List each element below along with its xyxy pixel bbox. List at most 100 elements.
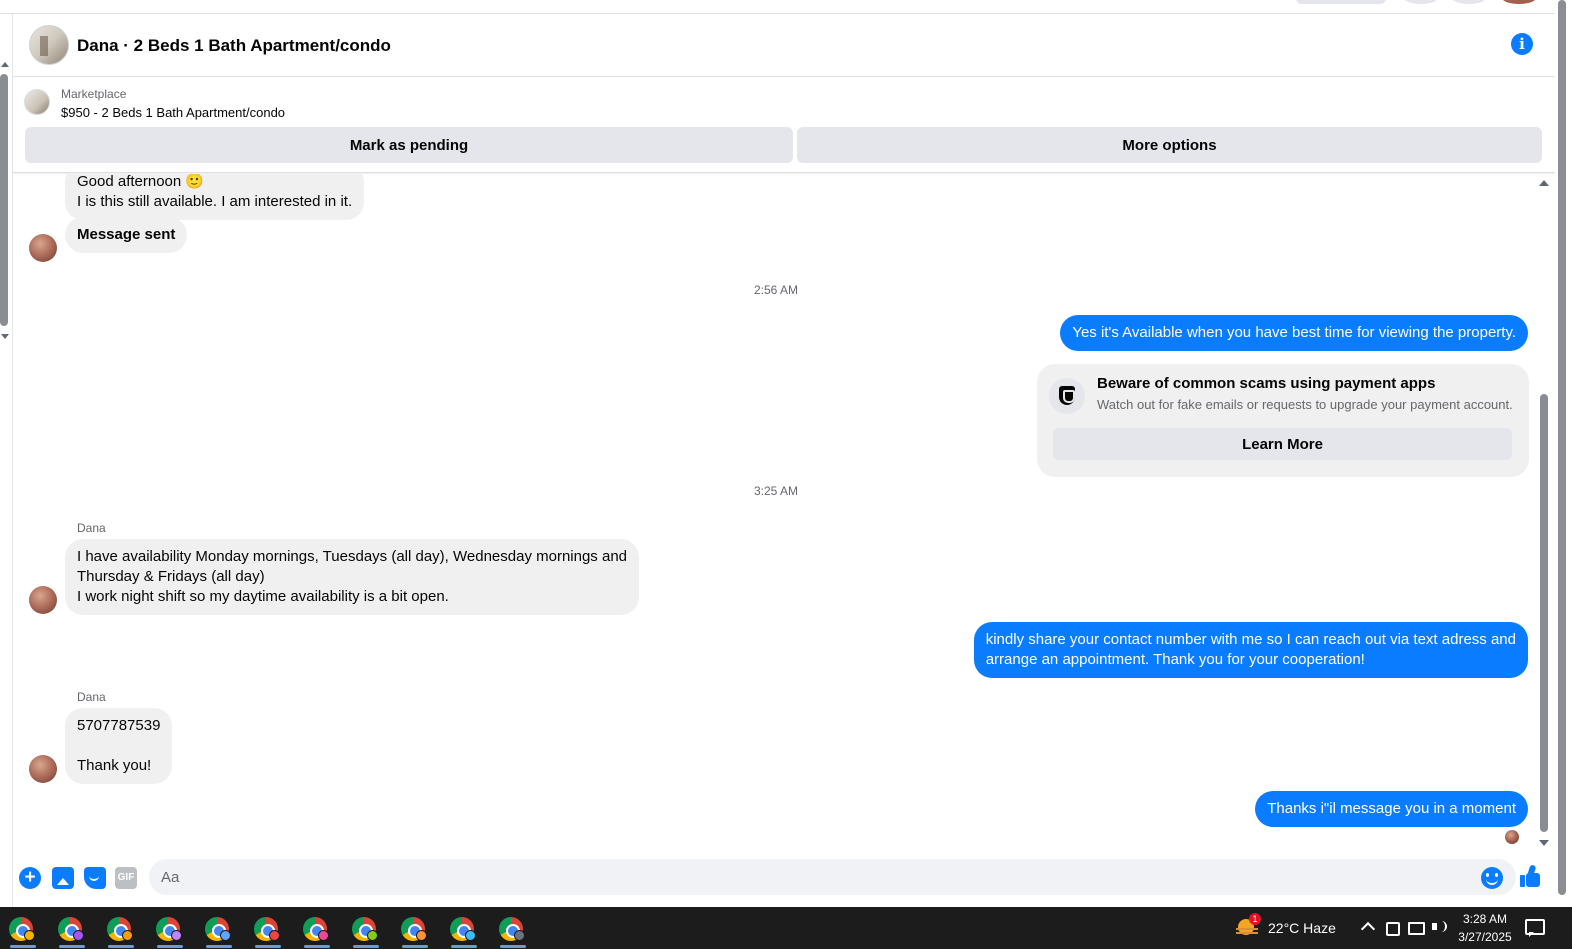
notifications-icon[interactable] [1525, 919, 1545, 937]
chevron-up-icon[interactable] [1360, 919, 1376, 935]
profile-badge-icon [171, 930, 182, 941]
running-indicator [451, 945, 477, 948]
sender-name: Dana [77, 521, 106, 535]
plus-icon[interactable]: + [19, 867, 41, 889]
message-list[interactable]: Good afternoon 🙂 I is this still availab… [13, 174, 1555, 858]
taskbar-chrome-button[interactable] [0, 907, 46, 949]
taskbar-chrome-button[interactable] [147, 907, 193, 949]
emoji-icon[interactable] [1481, 867, 1503, 889]
running-indicator [59, 945, 85, 948]
left-scrollbar[interactable] [0, 62, 12, 344]
taskbar-clock[interactable]: 3:28 AM 3/27/2025 [1450, 910, 1520, 946]
message-input[interactable] [149, 859, 1516, 895]
running-indicator [353, 945, 379, 948]
running-indicator [108, 945, 134, 948]
notification-badge: 1 [1249, 913, 1261, 925]
shield-icon [1059, 386, 1075, 405]
profile-badge-icon [416, 930, 427, 941]
profile-badge-icon [318, 930, 329, 941]
taskbar-chrome-button[interactable] [49, 907, 95, 949]
learn-more-button[interactable]: Learn More [1053, 428, 1512, 460]
chat-panel: Dana · 2 Beds 1 Bath Apartment/condo i M… [12, 14, 1555, 907]
profile-badge-icon [24, 930, 35, 941]
clock-time: 3:28 AM [1462, 912, 1508, 926]
taskbar-chrome-button[interactable] [441, 907, 487, 949]
outgoing-message[interactable]: Yes it's Available when you have best ti… [1060, 315, 1528, 351]
running-indicator [157, 945, 183, 948]
conversation-title[interactable]: Dana · 2 Beds 1 Bath Apartment/condo [77, 36, 391, 56]
page-scrollbar[interactable] [1555, 0, 1572, 907]
incoming-message[interactable]: Message sent [65, 217, 188, 253]
scrollbar-thumb[interactable] [0, 74, 8, 326]
top-nav-avatar[interactable] [1502, 0, 1536, 4]
profile-badge-icon [367, 930, 378, 941]
scam-warning-card: Beware of common scams using payment app… [1037, 364, 1529, 477]
top-nav-button[interactable] [1404, 0, 1438, 4]
scroll-up-arrow-icon[interactable] [1, 62, 9, 67]
scroll-up-arrow-icon[interactable] [1539, 180, 1549, 186]
info-icon[interactable]: i [1511, 33, 1533, 55]
sender-name: Dana [77, 690, 106, 704]
running-indicator [304, 945, 330, 948]
chat-header: Dana · 2 Beds 1 Bath Apartment/condo i [13, 14, 1555, 77]
profile-badge-icon [73, 930, 84, 941]
image-icon[interactable] [52, 867, 74, 889]
clock-date: 3/27/2025 [1458, 930, 1512, 944]
taskbar-chrome-button[interactable] [294, 907, 340, 949]
timestamp: 3:25 AM [753, 484, 799, 498]
top-strip [0, 0, 1572, 14]
thumbs-up-palm [1526, 873, 1540, 887]
sender-avatar[interactable] [29, 755, 57, 783]
top-nav-pill[interactable] [1296, 0, 1386, 4]
message-composer: + GIF [13, 858, 1555, 907]
scam-warning-title: Beware of common scams using payment app… [1097, 375, 1436, 392]
thumbs-up-cuff [1520, 875, 1525, 887]
incoming-message[interactable]: 5707787539 Thank you! [65, 708, 173, 784]
network-icon[interactable] [1407, 919, 1425, 935]
messages-scrollbar[interactable] [1536, 174, 1550, 858]
gif-icon[interactable]: GIF [115, 867, 137, 889]
volume-icon[interactable] [1431, 919, 1447, 935]
profile-badge-icon [514, 930, 525, 941]
sender-avatar[interactable] [29, 586, 57, 614]
running-indicator [402, 945, 428, 948]
more-options-button[interactable]: More options [797, 127, 1542, 163]
taskbar-chrome-button[interactable] [343, 907, 389, 949]
sticker-icon[interactable] [84, 867, 106, 889]
listing-avatar[interactable] [29, 25, 69, 65]
profile-badge-icon [269, 930, 280, 941]
incoming-message[interactable]: I have availability Monday mornings, Tue… [65, 539, 640, 615]
incoming-message[interactable]: Good afternoon 🙂 I is this still availab… [65, 174, 365, 220]
taskbar-chrome-button[interactable] [392, 907, 438, 949]
outgoing-message[interactable]: kindly share your contact number with me… [973, 622, 1528, 678]
scrollbar-thumb[interactable] [1540, 394, 1548, 832]
listing-thumbnail[interactable] [24, 89, 50, 115]
read-receipt-avatar [1505, 830, 1519, 844]
scroll-down-arrow-icon[interactable] [1539, 840, 1549, 846]
shield-icon-wrap [1049, 378, 1085, 414]
sender-avatar[interactable] [29, 234, 57, 262]
weather-icon[interactable]: 1 [1236, 913, 1261, 938]
taskbar-chrome-button[interactable] [245, 907, 291, 949]
taskbar-chrome-button[interactable] [490, 907, 536, 949]
profile-badge-icon [220, 930, 231, 941]
top-nav-button[interactable] [1452, 0, 1486, 4]
running-indicator [500, 945, 526, 948]
windows-taskbar: 1 22°C Haze 3:28 AM 3/27/2025 [0, 907, 1572, 949]
thumbs-up-icon[interactable] [1520, 864, 1542, 889]
profile-badge-icon [122, 930, 133, 941]
taskbar-chrome-button[interactable] [98, 907, 144, 949]
meet-icon[interactable] [1384, 919, 1400, 936]
scrollbar-thumb[interactable] [1558, 0, 1566, 895]
scroll-down-arrow-icon[interactable] [1, 334, 9, 339]
listing-source: Marketplace [61, 87, 127, 101]
haze-icon [1236, 928, 1258, 936]
outgoing-message[interactable]: Thanks i"il message you in a moment [1255, 791, 1528, 827]
running-indicator [255, 945, 281, 948]
weather-text[interactable]: 22°C Haze [1268, 907, 1336, 949]
mark-as-pending-button[interactable]: Mark as pending [25, 127, 793, 163]
listing-price-title[interactable]: $950 - 2 Beds 1 Bath Apartment/condo [61, 105, 285, 120]
running-indicator [206, 945, 232, 948]
taskbar-chrome-button[interactable] [196, 907, 242, 949]
running-indicator [10, 945, 36, 948]
